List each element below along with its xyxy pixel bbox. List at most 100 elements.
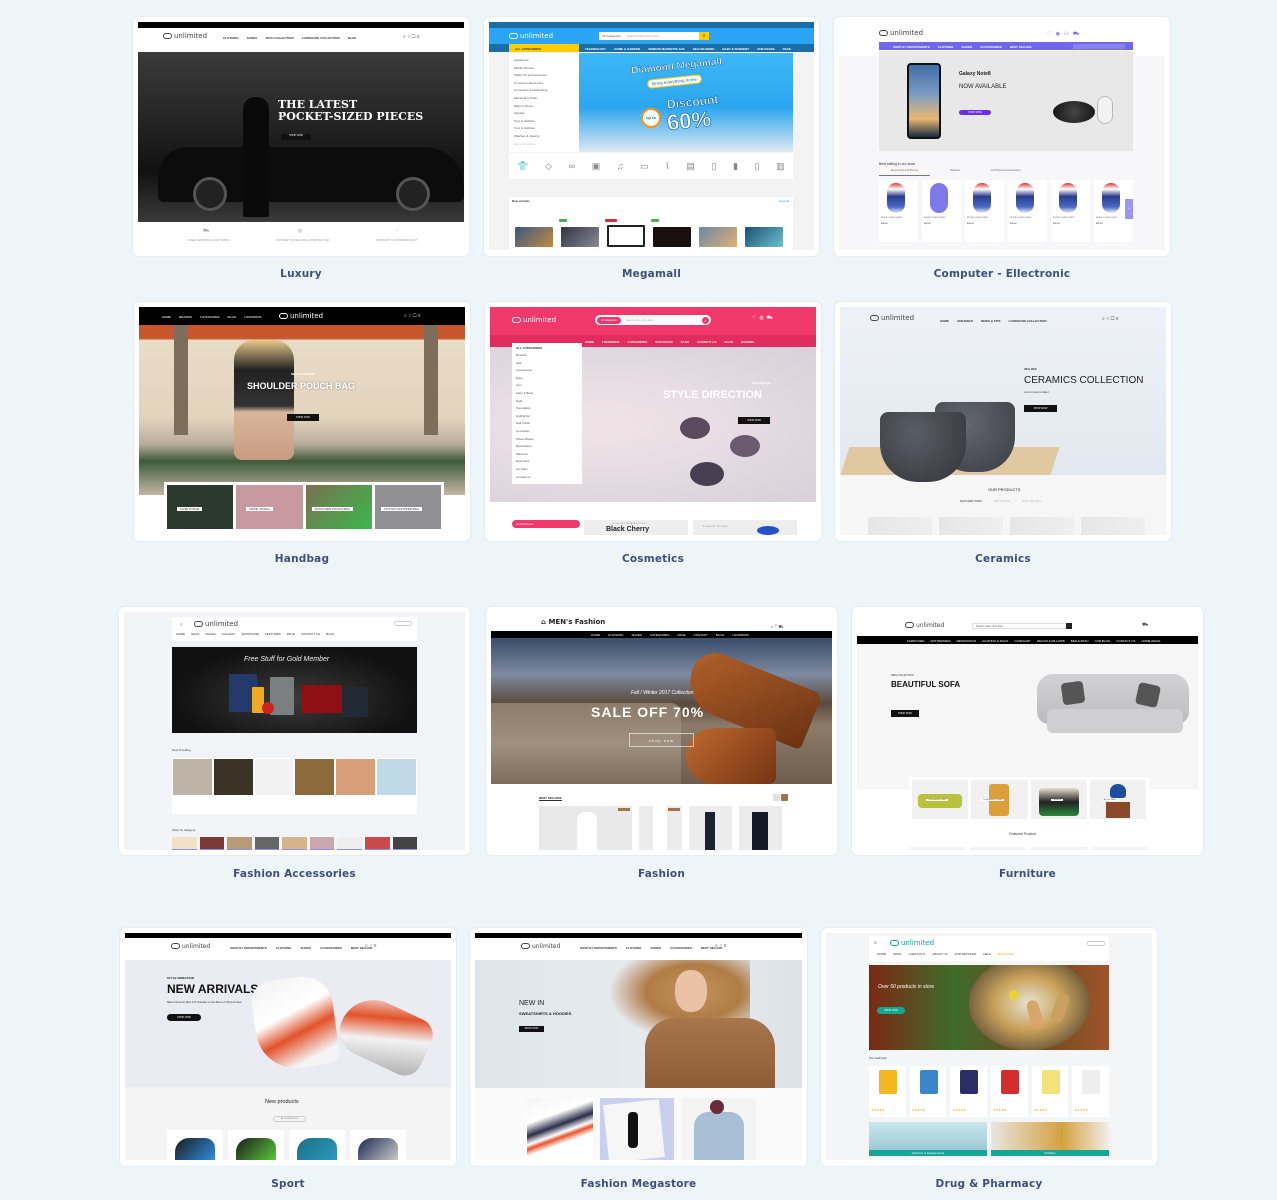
demo-screenshot-megamall: unlimited All Categories Search entire s… bbox=[489, 22, 814, 250]
top-bar bbox=[125, 933, 451, 938]
demo-label-sport[interactable]: Sport bbox=[120, 1178, 456, 1190]
hero-subtitle: Lorem ipsum dolor bbox=[1024, 390, 1049, 394]
header-icons: ⛟ bbox=[1142, 622, 1149, 628]
product-image bbox=[1082, 1070, 1101, 1094]
demo-card-furniture[interactable]: unlimited Search entire store here... ⛟ … bbox=[852, 607, 1203, 855]
tools-icon: ▥ bbox=[776, 160, 785, 171]
top-bar bbox=[138, 22, 464, 28]
demo-card-computer-electronic[interactable]: unlimited ♡ ◉ ⚇ ⛟ SHOP BY DEPARTMENTS CLO… bbox=[834, 17, 1170, 256]
lookbook-image bbox=[682, 1098, 756, 1160]
demo-label-furniture[interactable]: Furniture bbox=[852, 868, 1203, 880]
demo-card-cosmetics[interactable]: unlimited All Categories Search entire s… bbox=[485, 302, 821, 541]
demo-label-fashion[interactable]: Fashion bbox=[486, 868, 837, 880]
product-image bbox=[879, 1070, 897, 1094]
category-icons-strip: 👕 ◇ ∞ ▣ ♫ ▭ ⌇ ▤ ▯ ▮ ▯ ▥ bbox=[509, 153, 793, 179]
sofa-cushion bbox=[1060, 680, 1086, 706]
demo-card-handbag[interactable]: HOME BRANDS CATEGORIES BLOG LOOKBOOK unlimit… bbox=[134, 302, 470, 541]
hero-kicker: NEW COLLECTION bbox=[891, 674, 914, 677]
header-icons: ⌕ ○ ▢ ≡ bbox=[404, 313, 421, 319]
rating-stars: ★★★★★ bbox=[952, 1108, 966, 1112]
camera-icon: ▣ bbox=[591, 160, 601, 171]
hero-kicker: Fall / Winter 2017 Collection bbox=[631, 690, 694, 696]
demo-label-cosmetics[interactable]: Cosmetics bbox=[485, 553, 821, 565]
hero-kicker: NEW COLLECTION bbox=[291, 373, 314, 376]
hero-title: NEW ARRIVALS bbox=[167, 982, 259, 996]
sidebar-category: Accessories bbox=[516, 368, 533, 373]
demo-card-megamall[interactable]: unlimited All Categories Search entire s… bbox=[484, 17, 819, 256]
clock-icon: ◔ bbox=[395, 228, 399, 234]
sneaker-image bbox=[249, 972, 341, 1074]
phone-image bbox=[907, 63, 941, 139]
demo-card-fashion[interactable]: ⌂ MEN's Fashion ⌕ ♡ ⛟ HOME CLOTHING SHOES C… bbox=[486, 607, 837, 855]
demo-label-fashion-accessories[interactable]: Fashion Accessories bbox=[119, 868, 470, 880]
model-sweater bbox=[645, 1018, 775, 1088]
product-name: MOUSE LOGITECH M325 bbox=[881, 217, 903, 219]
product-image bbox=[213, 759, 253, 795]
all-categories-button: ALL CATEGORIES bbox=[509, 44, 579, 52]
hero-kicker: STYLE DIRECTION bbox=[167, 976, 195, 980]
mouse-image bbox=[973, 183, 991, 213]
demo-label-megamall[interactable]: Megamall bbox=[484, 268, 819, 280]
pill bbox=[1009, 990, 1019, 1000]
tile: Accent Tables bbox=[1089, 780, 1146, 819]
demo-screenshot-luxury: unlimited CLOTHING SHOES TECH COLLECTION LO… bbox=[138, 22, 464, 248]
demo-label-ceramics[interactable]: Ceramics bbox=[835, 553, 1171, 565]
product-card: ★★★★★ bbox=[1072, 1066, 1110, 1117]
mouse-image bbox=[930, 183, 948, 213]
camera-image bbox=[1097, 96, 1113, 124]
palm-trunk bbox=[174, 325, 188, 435]
section-title: Our staff pick bbox=[869, 1056, 887, 1060]
category-tiles: Contemporary Sofas Contemporary Chairs C… bbox=[909, 777, 1149, 822]
hero-title: CERAMICS COLLECTION bbox=[1024, 375, 1144, 386]
product-grid bbox=[172, 758, 417, 814]
demo-screenshot-handbag: HOME BRANDS CATEGORIES BLOG LOOKBOOK unlimit… bbox=[139, 307, 465, 532]
demo-screenshot-sport: unlimited SHOP BY DEPARTMENTS CLOTHING SHO… bbox=[125, 933, 451, 1160]
nutrition-banner: Nutrition bbox=[991, 1122, 1109, 1156]
hero-banner: NEW COLLECTION SHOULDER POUCH BAG SHOP N… bbox=[139, 325, 465, 495]
header: ≡ unlimited HOME SHOP CHECKOUT ABOUT US FOR … bbox=[869, 936, 1109, 961]
search-input bbox=[1073, 43, 1125, 49]
hero-title: STYLE DIRECTION bbox=[663, 389, 763, 401]
category-sidebar: ALL CATEGORIES Brushes Hair Accessories Eye… bbox=[512, 343, 582, 484]
product-name: MOUSE LOGITECH M325 bbox=[1053, 217, 1075, 219]
hero-banner: Diamond Megamall Bring everything home u… bbox=[579, 53, 793, 152]
product-grid: ★★★★★ ★★★★★ ★★★★★ ★★★★★ ★★★★★ ★★★★★ bbox=[869, 1066, 1110, 1117]
header-icons: ⌕ ○ ▢ ≡ bbox=[1102, 316, 1119, 322]
sidebar-category: Highlighter bbox=[516, 413, 531, 418]
demo-label-handbag[interactable]: Handbag bbox=[134, 553, 470, 565]
product-price: $36.00 bbox=[1096, 223, 1103, 225]
demo-card-fashion-megastore[interactable]: unlimited SHOP BY DEPARTMENTS CLOTHING SHO… bbox=[470, 928, 807, 1166]
sidebar-category: Hair bbox=[516, 360, 522, 365]
product-card bbox=[228, 1130, 284, 1160]
sidebar-category: Sheet Masks bbox=[516, 436, 534, 441]
hero-shop-button: SHOP NOW bbox=[281, 134, 311, 140]
demo-label-computer-electronic[interactable]: Computer - Ellectronic bbox=[834, 268, 1170, 280]
product-card: MOUSE LOGITECH M325 $36.00 bbox=[922, 180, 961, 242]
product-price: $36.00 bbox=[881, 223, 888, 225]
demo-label-fashion-megastore[interactable]: Fashion Megastore bbox=[470, 1178, 807, 1190]
site-logo: unlimited bbox=[879, 29, 923, 37]
demo-card-fashion-accessories[interactable]: ≡ unlimited HOME SHOP PAGES GALLERY SHOWCASE… bbox=[119, 607, 470, 855]
sidebar-category: Lips bbox=[516, 383, 522, 388]
demo-label-luxury[interactable]: Luxury bbox=[133, 268, 469, 280]
hero-title: NEW IN bbox=[519, 1000, 545, 1007]
demo-card-sport[interactable]: unlimited SHOP BY DEPARTMENTS CLOTHING SHO… bbox=[120, 928, 456, 1166]
feature-payment: PAYMENT IS SECURE & PROTECTED bbox=[276, 238, 330, 242]
demo-label-drug-pharmacy[interactable]: Drug & Pharmacy bbox=[821, 1178, 1157, 1190]
doc-icon: ▯ bbox=[754, 160, 760, 171]
product-card: ★★★★★ bbox=[1031, 1066, 1069, 1117]
mouse-image bbox=[1016, 183, 1034, 213]
site-logo: unlimited bbox=[509, 32, 553, 40]
glasses-icon: ∞ bbox=[568, 161, 576, 171]
brush-image bbox=[690, 462, 724, 486]
section2-title: Shop by category bbox=[172, 828, 196, 832]
demo-card-luxury[interactable]: unlimited CLOTHING SHOES TECH COLLECTION LO… bbox=[133, 17, 469, 256]
demo-card-ceramics[interactable]: unlimited HOME CERAMICS NEWS & TIPS LOOKBOO… bbox=[835, 302, 1171, 541]
search-box: All Categories Search entire store here.… bbox=[599, 32, 709, 40]
sofa-seat bbox=[1047, 709, 1183, 733]
demo-card-drug-pharmacy[interactable]: ≡ unlimited HOME SHOP CHECKOUT ABOUT US FOR … bbox=[821, 928, 1157, 1166]
globe-icon: ◍ bbox=[298, 228, 303, 234]
main-nav: SHOP BY DEPARTMENTS CLOTHING SHOES ACCESSOR… bbox=[230, 946, 373, 950]
hero-banner: Over 50 products in store SHOP NOW bbox=[869, 965, 1109, 1050]
rating-stars: ★★★★★ bbox=[993, 1108, 1007, 1112]
